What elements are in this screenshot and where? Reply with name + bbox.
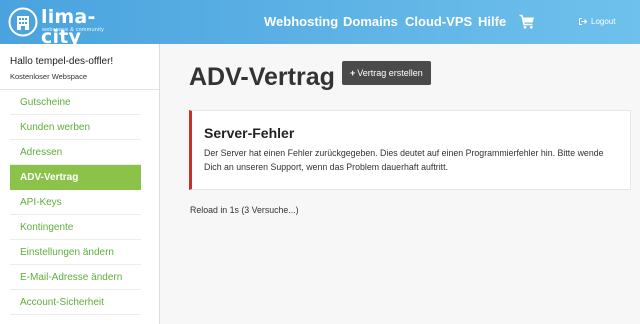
create-contract-label: Vertrag erstellen [357,68,423,78]
sidebar-item-gutscheine[interactable]: Gutscheine [10,90,141,115]
sidebar-item-email-aendern[interactable]: E-Mail-Adresse ändern [10,265,141,290]
sidebar: Hallo tempel-des-offler! Kostenloser Web… [0,44,160,324]
page-title: ADV-Vertrag [189,63,335,91]
logout-button[interactable]: Logout [579,0,615,44]
nav-cloud-vps[interactable]: Cloud-VPS [405,0,472,44]
top-header: lima-city webspace & community Webhostin… [0,0,640,47]
user-box: Hallo tempel-des-offler! Kostenloser Web… [0,44,159,90]
nav-hilfe[interactable]: Hilfe [478,0,506,44]
error-title: Server-Fehler [204,125,295,141]
nav-webhosting[interactable]: Webhosting [264,0,338,44]
cart-icon[interactable] [519,14,535,30]
reload-status: Reload in 1s (3 Versuche...) [190,205,299,215]
plus-icon: + [350,68,356,78]
sidebar-item-adressen[interactable]: Adressen [10,140,141,165]
logout-icon [579,18,588,26]
sidebar-menu: Gutscheine Kunden werben Adressen ADV-Ve… [0,90,159,315]
logout-label: Logout [591,17,616,26]
error-alert: Server-Fehler Der Server hat einen Fehle… [189,110,631,190]
create-contract-button[interactable]: + Vertrag erstellen [342,61,431,85]
sidebar-item-adv-vertrag[interactable]: ADV-Vertrag [10,165,141,190]
sidebar-item-einstellungen[interactable]: Einstellungen ändern [10,240,141,265]
user-plan: Kostenloser Webspace [10,72,87,81]
nav-domains[interactable]: Domains [343,0,398,44]
logo-tagline: webspace & community [42,27,105,33]
sidebar-item-kunden-werben[interactable]: Kunden werben [10,115,141,140]
main-content: ADV-Vertrag + Vertrag erstellen Server-Fe… [160,44,640,324]
user-greeting: Hallo tempel-des-offler! [10,56,114,67]
sidebar-item-account-sicherheit[interactable]: Account-Sicherheit [10,290,141,315]
sidebar-item-api-keys[interactable]: API-Keys [10,190,141,215]
logo-emblem-icon [8,7,38,37]
error-message: Der Server hat einen Fehler zurückgegebe… [204,148,604,172]
logo[interactable]: lima-city webspace & community [8,7,124,47]
sidebar-item-kontingente[interactable]: Kontingente [10,215,141,240]
